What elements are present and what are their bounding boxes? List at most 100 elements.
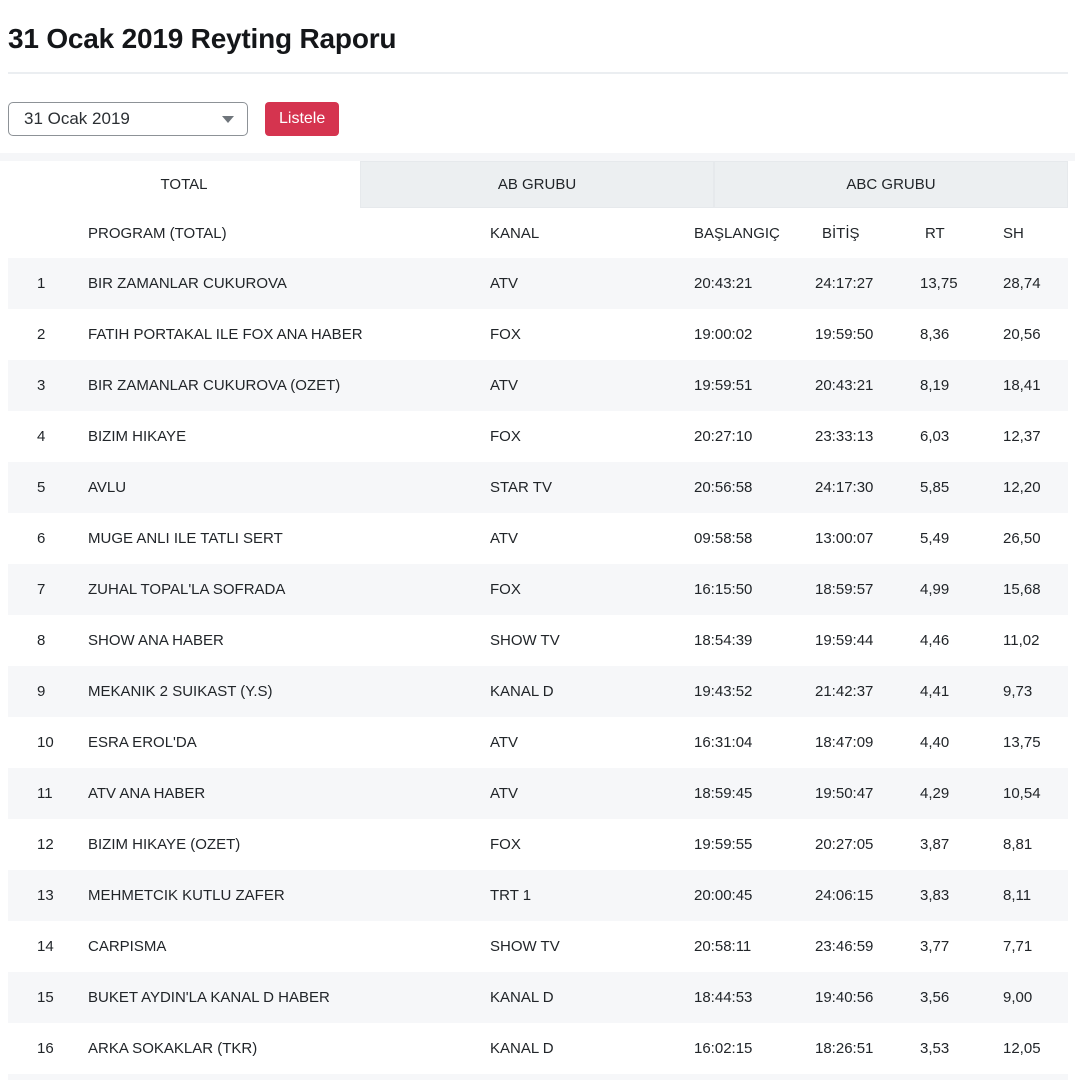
rank-cell: 15 [8,972,88,1023]
sh-cell: 10,54 [1003,768,1068,819]
chevron-down-icon [222,116,234,123]
baslangic-cell: 16:02:15 [694,1023,815,1074]
baslangic-cell: 09:58:58 [694,513,815,564]
table-row: 4BIZIM HIKAYEFOX20:27:1023:33:136,0312,3… [8,411,1068,462]
rank-cell: 11 [8,768,88,819]
program-cell: BUKET AYDIN'LA KANAL D HABER [88,972,490,1023]
sh-cell: 28,74 [1003,258,1068,309]
kanal-cell: ATV [490,360,694,411]
sh-cell: 9,00 [1003,972,1068,1023]
kanal-cell: ATV [490,717,694,768]
baslangic-cell: 19:59:51 [694,360,815,411]
kanal-cell: STAR TV [490,462,694,513]
baslangic-cell: 18:44:53 [694,972,815,1023]
tab-bar-top-strip [0,153,1075,161]
bitis-cell: 21:42:37 [815,666,920,717]
baslangic-cell: 20:56:58 [694,462,815,513]
program-cell: ESRA EROL'DA [88,717,490,768]
baslangic-cell: 20:43:21 [694,258,815,309]
bitis-cell: 19:50:47 [815,768,920,819]
bitis-cell: 19:59:44 [815,615,920,666]
rank-cell: 10 [8,717,88,768]
rank-cell: 4 [8,411,88,462]
bitis-cell: 24:06:15 [815,870,920,921]
kanal-cell: ATV [490,513,694,564]
tab-total[interactable]: TOTAL [8,161,360,208]
page-title: 31 Ocak 2019 Reyting Raporu [8,22,1068,56]
bitis-cell: 24:17:30 [815,462,920,513]
rt-cell: 13,75 [920,258,1003,309]
baslangic-cell: 18:59:45 [694,768,815,819]
tab-bar: TOTAL AB GRUBU ABC GRUBU [8,161,1068,208]
baslangic-cell: 19:00:02 [694,309,815,360]
kanal-cell: SHOW TV [490,615,694,666]
baslangic-cell: 20:27:10 [694,411,815,462]
rank-cell: 1 [8,258,88,309]
table-row: 16ARKA SOKAKLAR (TKR)KANAL D16:02:1518:2… [8,1023,1068,1074]
table-row: 1BIR ZAMANLAR CUKUROVAATV20:43:2124:17:2… [8,258,1068,309]
program-cell: MUGE ANLI ILE TATLI SERT [88,513,490,564]
page-root: 31 Ocak 2019 Reyting Raporu 31 Ocak 2019… [0,22,1075,1080]
kanal-cell: KANAL D [490,1023,694,1074]
table-row: 6MUGE ANLI ILE TATLI SERTATV09:58:5813:0… [8,513,1068,564]
bitis-cell: 23:46:59 [815,921,920,972]
kanal-cell: FOX [490,309,694,360]
rt-cell: 5,49 [920,513,1003,564]
program-cell: BIZIM HIKAYE (OZET) [88,819,490,870]
table-row: 7ZUHAL TOPAL'LA SOFRADAFOX16:15:5018:59:… [8,564,1068,615]
rt-cell: 5,85 [920,462,1003,513]
table-row: 10ESRA EROL'DAATV16:31:0418:47:094,4013,… [8,717,1068,768]
bitis-cell: 18:26:51 [815,1023,920,1074]
table-row: 15BUKET AYDIN'LA KANAL D HABERKANAL D18:… [8,972,1068,1023]
program-cell: BIR ZAMANLAR CUKUROVA [88,258,490,309]
rank-cell: 2 [8,309,88,360]
title-divider [8,72,1068,74]
baslangic-cell: 19:43:52 [694,666,815,717]
table-row: 9MEKANIK 2 SUIKAST (Y.S)KANAL D19:43:522… [8,666,1068,717]
table-row: 5AVLUSTAR TV20:56:5824:17:305,8512,20 [8,462,1068,513]
sh-cell: 20,56 [1003,309,1068,360]
date-select[interactable]: 31 Ocak 2019 [8,102,248,136]
rank-cell: 6 [8,513,88,564]
sh-cell: 8,11 [1003,870,1068,921]
program-cell: ARKA SOKAKLAR (TKR) [88,1023,490,1074]
table-row: 14CARPISMASHOW TV20:58:1123:46:593,777,7… [8,921,1068,972]
kanal-cell: KANAL D [490,666,694,717]
baslangic-cell: 16:15:50 [694,564,815,615]
rt-cell: 3,87 [920,819,1003,870]
table-row: 8SHOW ANA HABERSHOW TV18:54:3919:59:444,… [8,615,1068,666]
kanal-cell: KANAL D [490,972,694,1023]
table-row: 12BIZIM HIKAYE (OZET)FOX19:59:5520:27:05… [8,819,1068,870]
program-cell: BIZIM HIKAYE [88,411,490,462]
baslangic-cell: 20:58:11 [694,921,815,972]
rank-cell: 8 [8,615,88,666]
kanal-cell: FOX [490,564,694,615]
listele-button[interactable]: Listele [265,102,339,136]
sh-cell: 13,75 [1003,717,1068,768]
baslangic-column-header: BAŞLANGIÇ [694,208,815,258]
sh-cell: 18,41 [1003,360,1068,411]
tab-ab-grubu[interactable]: AB GRUBU [360,161,714,208]
bitis-cell: 23:33:13 [815,411,920,462]
table-header-row: PROGRAM (TOTAL) KANAL BAŞLANGIÇ BİTİŞ RT… [8,208,1068,258]
program-cell: CARPISMA [88,921,490,972]
rt-cell: 4,41 [920,666,1003,717]
bitis-cell: 19:59:50 [815,309,920,360]
rank-cell: 5 [8,462,88,513]
rank-cell: 13 [8,870,88,921]
program-cell: ATV ANA HABER [88,768,490,819]
sh-column-header: SH [1003,208,1068,258]
bitis-cell: 24:17:27 [815,258,920,309]
rt-cell: 3,56 [920,972,1003,1023]
program-cell: MEKANIK 2 SUIKAST (Y.S) [88,666,490,717]
baslangic-cell: 19:59:55 [694,819,815,870]
rt-column-header: RT [920,208,1003,258]
kanal-cell: FOX [490,819,694,870]
tab-abc-grubu[interactable]: ABC GRUBU [714,161,1068,208]
rank-cell: 7 [8,564,88,615]
program-cell: BIR ZAMANLAR CUKUROVA (OZET) [88,360,490,411]
sh-cell: 12,37 [1003,411,1068,462]
baslangic-cell: 16:31:04 [694,717,815,768]
program-cell: MEHMETCIK KUTLU ZAFER [88,870,490,921]
rank-cell: 14 [8,921,88,972]
